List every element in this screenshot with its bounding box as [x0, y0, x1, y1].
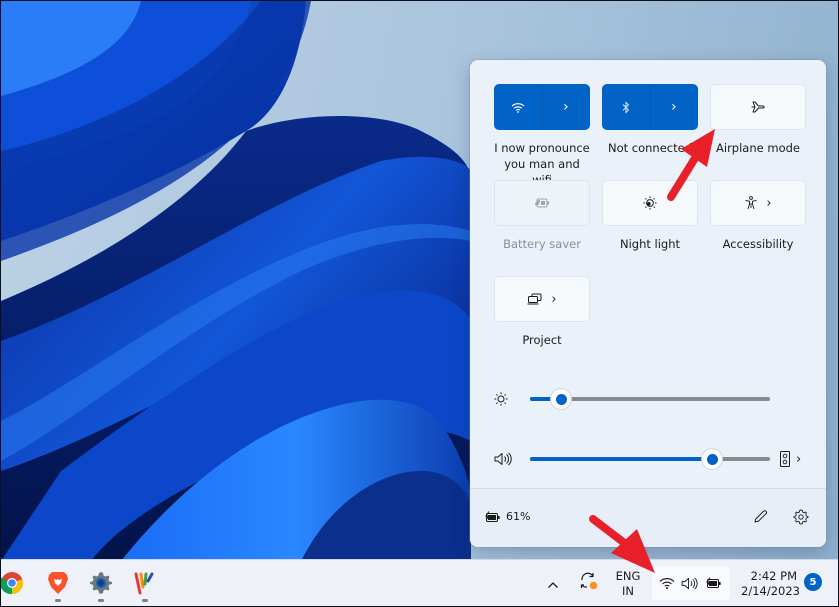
- chevron-right-icon: ›: [551, 291, 557, 307]
- battery-charging-icon: [705, 577, 721, 588]
- bluetooth-toggle-button[interactable]: [603, 85, 650, 129]
- clock[interactable]: 2:42 PM 2/14/2023: [741, 569, 800, 599]
- wifi-toggle[interactable]: ›: [494, 84, 590, 130]
- battery-saver-toggle[interactable]: [494, 180, 590, 226]
- quick-settings-tray-button[interactable]: [652, 566, 730, 600]
- running-indicator: [142, 599, 148, 602]
- settings-app-icon: [90, 572, 112, 594]
- tile-battery-saver: Battery saver: [494, 180, 590, 252]
- speaker-device-icon: [780, 451, 790, 467]
- windows-update-tray-button[interactable]: [579, 571, 599, 595]
- taskbar-app-chrome[interactable]: [1, 566, 29, 600]
- brightness-slider[interactable]: [530, 389, 770, 409]
- tile-label: Airplane mode: [716, 141, 800, 155]
- battery-percent: 61%: [506, 510, 531, 523]
- quick-settings-body: › I now pronounce you man and wifi ›: [470, 60, 826, 488]
- volume-slider-fill: [530, 457, 712, 461]
- windows-update-icon: [580, 572, 598, 590]
- taskbar-app-brave[interactable]: [41, 566, 75, 602]
- chevron-up-icon: [548, 582, 558, 588]
- volume-row: ›: [494, 449, 802, 469]
- settings-button[interactable]: [787, 503, 815, 531]
- running-indicator: [55, 599, 61, 602]
- chevron-right-icon: ›: [796, 451, 802, 467]
- tile-project: › Project: [494, 276, 590, 348]
- battery-saver-icon: [535, 198, 549, 208]
- colorful-stripes-app-icon: [134, 572, 154, 595]
- clock-date: 2/14/2023: [741, 584, 800, 598]
- chevron-right-icon: ›: [670, 99, 677, 115]
- night-light-icon: [643, 196, 657, 210]
- speaker-icon: [682, 577, 699, 589]
- quick-settings-panel: › I now pronounce you man and wifi ›: [470, 60, 826, 547]
- airplane-icon: [751, 101, 765, 113]
- project-icon: [527, 293, 542, 305]
- volume-slider[interactable]: [530, 449, 770, 469]
- accessibility-icon: [745, 196, 757, 210]
- taskbar-app-settings[interactable]: [84, 566, 118, 602]
- speaker-icon: [494, 452, 512, 466]
- tile-accessibility: › Accessibility: [710, 180, 806, 252]
- project-button[interactable]: ›: [494, 276, 590, 322]
- tile-wifi: › I now pronounce you man and wifi: [494, 84, 590, 188]
- brave-icon: [48, 572, 68, 594]
- clock-time: 2:42 PM: [750, 569, 797, 583]
- chrome-icon: [1, 572, 24, 595]
- battery-status[interactable]: 61%: [484, 510, 530, 523]
- accessibility-button[interactable]: ›: [710, 180, 806, 226]
- language-indicator[interactable]: ENG IN: [613, 569, 643, 599]
- pencil-icon: [754, 510, 768, 523]
- running-indicator: [98, 599, 104, 602]
- quick-settings-footer: 61%: [470, 488, 826, 547]
- brightness-icon: [494, 392, 508, 406]
- chevron-right-icon: ›: [562, 99, 569, 115]
- gear-icon: [793, 509, 809, 525]
- battery-charging-icon: [485, 510, 500, 522]
- tile-label: Project: [522, 333, 562, 347]
- tile-label: Accessibility: [722, 237, 794, 251]
- tile-bluetooth: › Not connected: [602, 84, 698, 156]
- tile-label: Battery saver: [503, 237, 581, 251]
- volume-slider-thumb[interactable]: [702, 449, 722, 469]
- chevron-right-icon: ›: [766, 195, 772, 211]
- bluetooth-icon: [622, 100, 630, 114]
- bluetooth-expand-button[interactable]: ›: [649, 85, 698, 129]
- bluetooth-toggle[interactable]: ›: [602, 84, 698, 130]
- taskbar-app-pinned[interactable]: [128, 566, 162, 602]
- tile-label: Not connected: [607, 141, 693, 155]
- wifi-toggle-button[interactable]: [495, 85, 542, 129]
- brightness-row: [494, 389, 802, 409]
- edit-quick-settings-button[interactable]: [746, 503, 774, 531]
- airplane-mode-toggle[interactable]: [710, 84, 806, 130]
- tile-airplane-mode: Airplane mode: [710, 84, 806, 156]
- audio-output-button[interactable]: ›: [780, 449, 801, 469]
- brightness-slider-thumb[interactable]: [551, 389, 571, 409]
- desktop: › I now pronounce you man and wifi ›: [1, 1, 838, 606]
- wifi-icon: [511, 102, 525, 113]
- tile-night-light: Night light: [602, 180, 698, 252]
- night-light-toggle[interactable]: [602, 180, 698, 226]
- taskbar: ENG IN 2:42 PM 2/14/2023 5: [1, 559, 838, 606]
- language-code: ENG: [615, 569, 641, 583]
- region-code: IN: [622, 584, 634, 598]
- wifi-icon: [659, 578, 675, 589]
- wifi-expand-button[interactable]: ›: [541, 85, 590, 129]
- notification-badge[interactable]: 5: [804, 573, 822, 591]
- tile-label: Night light: [619, 237, 681, 251]
- show-hidden-icons-button[interactable]: [547, 575, 559, 594]
